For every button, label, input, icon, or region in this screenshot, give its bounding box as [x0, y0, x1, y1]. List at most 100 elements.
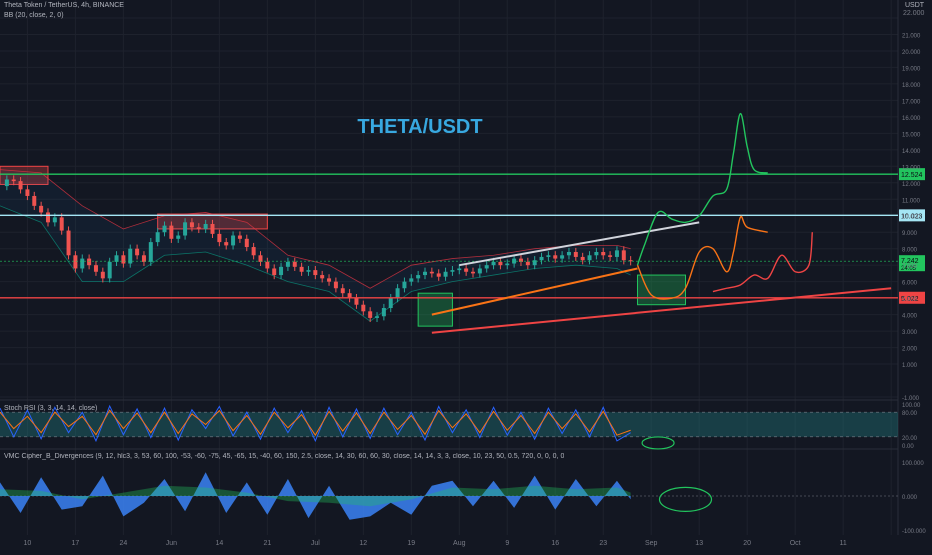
- candle-body-35: [237, 235, 242, 239]
- candle-body-28: [189, 222, 194, 228]
- candle-body-91: [621, 250, 626, 261]
- candle-body-33: [224, 242, 229, 246]
- candle-body-73: [498, 261, 503, 266]
- candle-body-32: [217, 233, 222, 243]
- candle-body-39: [265, 261, 270, 269]
- candle-body-11: [73, 255, 78, 269]
- candle-body-66: [450, 270, 455, 272]
- candle-body-59: [402, 281, 407, 289]
- candle-body-43: [292, 261, 297, 267]
- candle-body-58: [395, 288, 400, 299]
- candle-body-36: [244, 238, 249, 248]
- candle-body-12: [80, 258, 85, 269]
- stoch-tick-0: 0.00: [902, 444, 914, 450]
- price-tick-14: 14.000: [902, 149, 921, 155]
- price-tick-20: 20.000: [902, 50, 921, 56]
- price-tick-17: 17.000: [902, 99, 921, 105]
- candle-body-40: [272, 268, 277, 276]
- time-tick-6: Jul: [311, 540, 320, 547]
- symbol-line: Theta Token / TetherUS, 4h, BINANCE: [4, 2, 124, 9]
- candle-body-80: [546, 255, 551, 257]
- level-label-0: 12.524: [901, 172, 923, 179]
- price-tick-8: 8.000: [902, 248, 918, 254]
- candle-body-29: [196, 227, 201, 229]
- candle-body-65: [443, 271, 448, 277]
- candle-body-53: [361, 304, 366, 312]
- candle-body-87: [594, 251, 599, 256]
- candle-body-31: [210, 223, 215, 234]
- candle-body-84: [573, 251, 578, 257]
- candle-body-72: [491, 261, 496, 266]
- candle-body-81: [553, 255, 558, 259]
- currency-label: USDT: [905, 2, 925, 9]
- candle-body-46: [313, 270, 318, 276]
- price-tick-11: 11.000: [902, 198, 921, 204]
- price-tick-19: 19.000: [902, 66, 921, 72]
- candle-body-85: [580, 256, 585, 261]
- candle-body-1: [4, 179, 9, 187]
- time-tick-1: 17: [72, 540, 80, 547]
- price-tick-1: 1.000: [902, 363, 918, 369]
- candle-body-68: [464, 268, 469, 272]
- time-tick-10: 9: [505, 540, 509, 547]
- price-tick-12: 12.000: [902, 182, 921, 188]
- candle-body-6: [39, 205, 44, 213]
- stoch-title: Stoch RSI (3, 3, 14, 14, close): [4, 405, 98, 412]
- candle-body-4: [25, 189, 30, 196]
- candle-body-30: [203, 223, 208, 229]
- candle-body-8: [52, 217, 57, 223]
- candle-body-27: [183, 222, 188, 236]
- price-tick-9: 9.000: [902, 231, 918, 237]
- price-tick-13: 13.000: [902, 165, 921, 171]
- candle-body-22: [148, 242, 153, 262]
- time-tick-13: Sep: [645, 540, 658, 547]
- time-tick-7: 12: [359, 540, 367, 547]
- candle-body-13: [87, 258, 92, 266]
- vmc-tick-2: 100.000: [902, 461, 924, 467]
- candle-body-63: [429, 271, 434, 274]
- candle-body-7: [45, 212, 50, 223]
- candle-body-15: [100, 271, 105, 279]
- price-tick-7: 7.000: [902, 264, 918, 270]
- chart-title: THETA/USDT: [357, 116, 482, 138]
- time-tick-12: 23: [599, 540, 607, 547]
- vmc-tick-0: -100.000: [902, 529, 926, 535]
- price-tick-10: 10.000: [902, 215, 921, 221]
- candle-body-14: [93, 265, 98, 272]
- price-tick-0: -1.000: [902, 396, 920, 402]
- axis-max-partial: 22.000: [903, 10, 925, 17]
- candle-body-34: [231, 235, 236, 246]
- candle-body-52: [354, 298, 359, 305]
- price-tick-16: 16.000: [902, 116, 921, 122]
- candle-body-77: [525, 261, 530, 266]
- price-tick-4: 4.000: [902, 314, 918, 320]
- candle-body-79: [539, 256, 544, 261]
- candle-body-50: [340, 288, 345, 294]
- stoch-tick-1: 20.00: [902, 436, 918, 442]
- zone-3: [637, 274, 686, 306]
- candle-body-82: [560, 255, 565, 259]
- candle-body-69: [470, 271, 475, 274]
- candle-body-90: [614, 250, 619, 257]
- candle-body-64: [436, 273, 441, 277]
- time-tick-4: 14: [215, 540, 223, 547]
- price-tick-21: 21.000: [902, 33, 921, 39]
- candle-body-54: [368, 311, 373, 318]
- candle-body-41: [279, 266, 284, 276]
- candle-body-23: [155, 232, 160, 243]
- candle-body-60: [409, 278, 414, 282]
- candle-body-48: [327, 278, 332, 282]
- chart-svg[interactable]: 12.52410.0235.0227.24224:05-1.0001.0002.…: [0, 0, 932, 550]
- candle-body-86: [587, 255, 592, 261]
- time-tick-9: Aug: [453, 540, 466, 547]
- time-tick-0: 10: [24, 540, 32, 547]
- price-tick-3: 3.000: [902, 330, 918, 336]
- time-tick-14: 13: [695, 540, 703, 547]
- candle-body-24: [162, 225, 167, 233]
- candle-body-71: [484, 265, 489, 269]
- price-tick-6: 6.000: [902, 281, 918, 287]
- candle-body-9: [59, 217, 64, 231]
- indicator-line: BB (20, close, 2, 0): [4, 12, 64, 19]
- candle-body-56: [381, 308, 386, 317]
- candle-body-44: [299, 266, 304, 272]
